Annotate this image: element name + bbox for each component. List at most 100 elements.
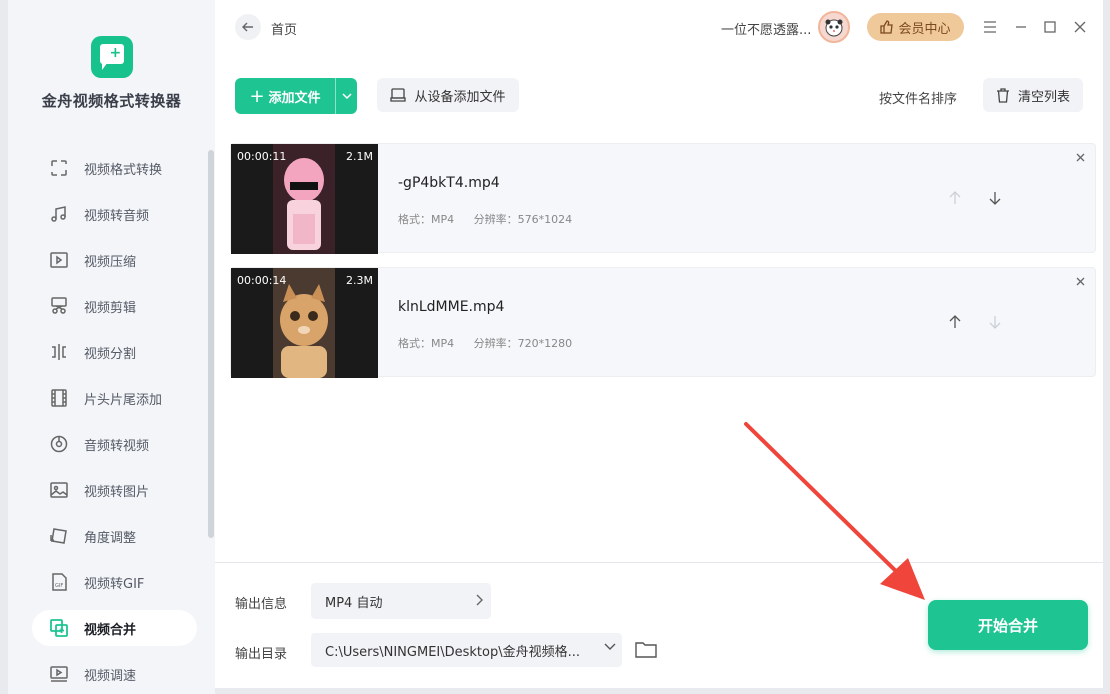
app-brand: + 金舟视频格式转换器 [8, 36, 215, 111]
sidebar-item-format-convert[interactable]: 视频格式转换 [32, 150, 197, 186]
gif-icon: GIF [48, 571, 70, 593]
sort-by-name[interactable]: 按文件名排序 [879, 88, 957, 107]
video-size: 2.1M [346, 150, 373, 163]
menu-button[interactable] [979, 16, 1001, 38]
output-info-label: 输出信息 [235, 597, 288, 612]
back-button[interactable] [235, 14, 261, 40]
sidebar-item-rotate[interactable]: 角度调整 [32, 518, 197, 554]
merge-icon [48, 617, 70, 639]
open-folder-button[interactable] [635, 639, 657, 661]
minimize-button[interactable] [1010, 16, 1032, 38]
file-list: 00:00:11 2.1M -gP4bkT4.mp4 格式：MP4 分辨率：57… [230, 143, 1096, 391]
plus-icon: + [249, 85, 265, 107]
resolution-label: 分辨率： [473, 213, 518, 226]
output-panel: 输出信息 MP4 自动 输出目录 C:\Users\NINGMEI\Deskto… [215, 562, 1103, 688]
chevron-right-icon [476, 594, 483, 606]
format-label: 格式： [398, 213, 431, 226]
clear-list-button[interactable]: 清空列表 [983, 78, 1083, 112]
resolution-value: 720*1280 [517, 337, 573, 350]
move-down-button[interactable] [985, 312, 1005, 332]
trash-icon [996, 87, 1010, 103]
sidebar-item-label: 视频合并 [84, 622, 137, 638]
breadcrumb[interactable]: 首页 [271, 19, 297, 38]
sidebar-item-label: 视频转图片 [84, 484, 150, 500]
video-thumbnail[interactable]: 00:00:11 2.1M [231, 144, 378, 254]
username[interactable]: 一位不愿透露... [721, 19, 811, 38]
chevron-down-icon [604, 643, 616, 650]
title-bar: 首页 一位不愿透露... 会员中心 [215, 0, 1103, 56]
arrow-down-icon [989, 316, 1001, 329]
split-icon [48, 341, 70, 363]
sidebar: + 金舟视频格式转换器 视频格式转换 视频转音频 视频压缩 视频剪辑 视频分割 … [8, 0, 215, 694]
file-meta: 格式：MP4 分辨率：720*1280 [398, 335, 572, 351]
sidebar-item-label: 视频格式转换 [84, 162, 163, 178]
list-item[interactable]: 00:00:11 2.1M -gP4bkT4.mp4 格式：MP4 分辨率：57… [230, 143, 1096, 254]
format-label: 格式： [398, 337, 431, 350]
vip-center-button[interactable]: 会员中心 [867, 13, 964, 41]
add-from-device-label: 从设备添加文件 [414, 89, 506, 105]
svg-text:GIF: GIF [55, 583, 63, 589]
hamburger-menu-icon [984, 21, 996, 33]
folder-icon [635, 642, 657, 658]
sidebar-item-edit[interactable]: 视频剪辑 [32, 288, 197, 324]
video-duration: 00:00:11 [237, 150, 287, 163]
add-file-main[interactable]: + 添加文件 [235, 78, 335, 114]
output-dir-select[interactable]: C:\Users\NINGMEI\Desktop\金舟视频格... [311, 633, 622, 667]
move-down-button[interactable] [985, 188, 1005, 208]
disc-icon [48, 433, 70, 455]
minimize-icon [1016, 26, 1026, 28]
remove-file-button[interactable] [1073, 274, 1087, 288]
thumbs-up-icon [880, 20, 894, 34]
format-convert-icon [48, 157, 70, 179]
video-thumbnail[interactable]: 00:00:14 2.3M [231, 268, 378, 378]
toolbar: + 添加文件 从设备添加文件 按文件名排序 清空列表 [215, 76, 1103, 116]
maximize-button[interactable] [1039, 16, 1061, 38]
sidebar-scrollbar[interactable] [208, 150, 214, 538]
avatar[interactable] [818, 11, 850, 43]
music-note-icon [48, 203, 70, 225]
start-merge-button[interactable]: 开始合并 [928, 600, 1088, 650]
move-up-button[interactable] [945, 312, 965, 332]
arrow-left-icon [242, 22, 253, 32]
sidebar-item-intro-outro[interactable]: 片头片尾添加 [32, 380, 197, 416]
device-drive-icon [390, 88, 407, 102]
chevron-down-icon [341, 93, 352, 99]
maximize-icon [1044, 21, 1056, 33]
arrow-up-icon [949, 315, 961, 328]
remove-file-button[interactable] [1073, 150, 1087, 164]
sidebar-item-video-to-image[interactable]: 视频转图片 [32, 472, 197, 508]
clear-list-label: 清空列表 [1017, 89, 1070, 105]
app-name: 金舟视频格式转换器 [41, 92, 182, 110]
speed-icon [48, 663, 70, 685]
video-size: 2.3M [346, 274, 373, 287]
sidebar-item-merge[interactable]: 视频合并 [32, 610, 197, 646]
sidebar-item-audio-to-video[interactable]: 音频转视频 [32, 426, 197, 462]
file-name: klnLdMME.mp4 [398, 299, 505, 315]
close-window-button[interactable] [1069, 16, 1091, 38]
sidebar-nav: 视频格式转换 视频转音频 视频压缩 视频剪辑 视频分割 片头片尾添加 音频转视频… [32, 150, 197, 694]
sidebar-item-label: 视频转音频 [84, 208, 150, 224]
sidebar-item-label: 角度调整 [84, 530, 137, 546]
add-file-button[interactable]: + 添加文件 [235, 78, 357, 114]
sidebar-item-gif[interactable]: GIF 视频转GIF [32, 564, 197, 600]
add-file-dropdown[interactable] [335, 78, 357, 114]
move-up-button[interactable] [945, 188, 965, 208]
sidebar-item-label: 视频转GIF [84, 576, 145, 592]
list-item[interactable]: 00:00:14 2.3M klnLdMME.mp4 格式：MP4 分辨率：72… [230, 267, 1096, 378]
add-from-device-button[interactable]: 从设备添加文件 [377, 78, 519, 112]
sidebar-item-video-to-audio[interactable]: 视频转音频 [32, 196, 197, 232]
sidebar-item-compress[interactable]: 视频压缩 [32, 242, 197, 278]
sidebar-item-speed[interactable]: 视频调速 [32, 656, 197, 692]
panda-avatar-icon [825, 19, 843, 37]
scissors-icon [48, 295, 70, 317]
resolution-label: 分辨率： [473, 337, 518, 350]
output-format-select[interactable]: MP4 自动 [311, 583, 491, 619]
resolution-value: 576*1024 [517, 213, 573, 226]
sidebar-item-label: 片头片尾添加 [84, 392, 163, 408]
compress-icon [48, 249, 70, 271]
arrow-down-icon [989, 192, 1001, 205]
file-meta: 格式：MP4 分辨率：576*1024 [398, 211, 572, 227]
sidebar-item-label: 音频转视频 [84, 438, 150, 454]
sidebar-item-split[interactable]: 视频分割 [32, 334, 197, 370]
app-logo-icon: + [90, 36, 133, 78]
